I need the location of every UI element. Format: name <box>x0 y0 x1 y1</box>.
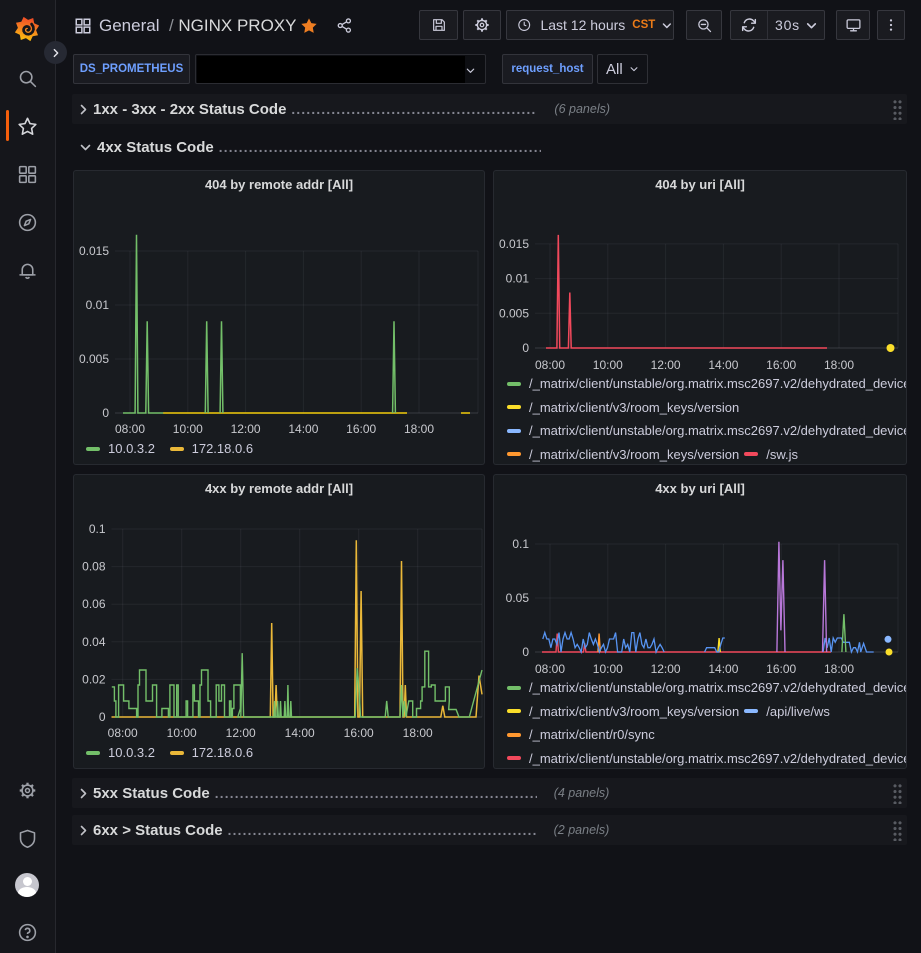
svg-text:08:00: 08:00 <box>115 422 145 436</box>
svg-text:12:00: 12:00 <box>651 662 681 676</box>
svg-text:12:00: 12:00 <box>231 422 261 436</box>
svg-text:0: 0 <box>522 645 529 659</box>
svg-text:10:00: 10:00 <box>593 662 623 676</box>
svg-text:0.02: 0.02 <box>82 672 106 686</box>
svg-text:10:00: 10:00 <box>593 358 623 372</box>
svg-text:18:00: 18:00 <box>824 662 854 676</box>
svg-text:14:00: 14:00 <box>708 358 738 372</box>
svg-text:10:00: 10:00 <box>167 726 197 740</box>
svg-text:18:00: 18:00 <box>824 358 854 372</box>
svg-text:0.015: 0.015 <box>499 237 529 251</box>
svg-text:0.04: 0.04 <box>82 635 106 649</box>
svg-text:14:00: 14:00 <box>288 422 318 436</box>
svg-text:0: 0 <box>99 710 106 724</box>
svg-text:0.005: 0.005 <box>79 352 109 366</box>
svg-text:08:00: 08:00 <box>108 726 138 740</box>
svg-text:18:00: 18:00 <box>404 422 434 436</box>
svg-text:08:00: 08:00 <box>535 358 565 372</box>
svg-text:08:00: 08:00 <box>535 662 565 676</box>
svg-text:0: 0 <box>522 341 529 355</box>
svg-text:0: 0 <box>102 406 109 420</box>
svg-text:12:00: 12:00 <box>226 726 256 740</box>
svg-text:0.1: 0.1 <box>89 522 106 536</box>
svg-text:0.01: 0.01 <box>506 272 530 286</box>
svg-text:0.06: 0.06 <box>82 597 106 611</box>
svg-text:18:00: 18:00 <box>403 726 433 740</box>
svg-text:16:00: 16:00 <box>346 422 376 436</box>
svg-text:0.015: 0.015 <box>79 244 109 258</box>
svg-text:0.05: 0.05 <box>506 591 530 605</box>
svg-text:0.08: 0.08 <box>82 560 106 574</box>
svg-text:0.1: 0.1 <box>512 537 529 551</box>
svg-text:0.01: 0.01 <box>86 298 110 312</box>
svg-text:14:00: 14:00 <box>708 662 738 676</box>
svg-text:0.005: 0.005 <box>499 306 529 320</box>
svg-text:16:00: 16:00 <box>344 726 374 740</box>
svg-text:12:00: 12:00 <box>651 358 681 372</box>
svg-text:10:00: 10:00 <box>173 422 203 436</box>
svg-text:14:00: 14:00 <box>285 726 315 740</box>
svg-text:16:00: 16:00 <box>766 662 796 676</box>
svg-text:16:00: 16:00 <box>766 358 796 372</box>
